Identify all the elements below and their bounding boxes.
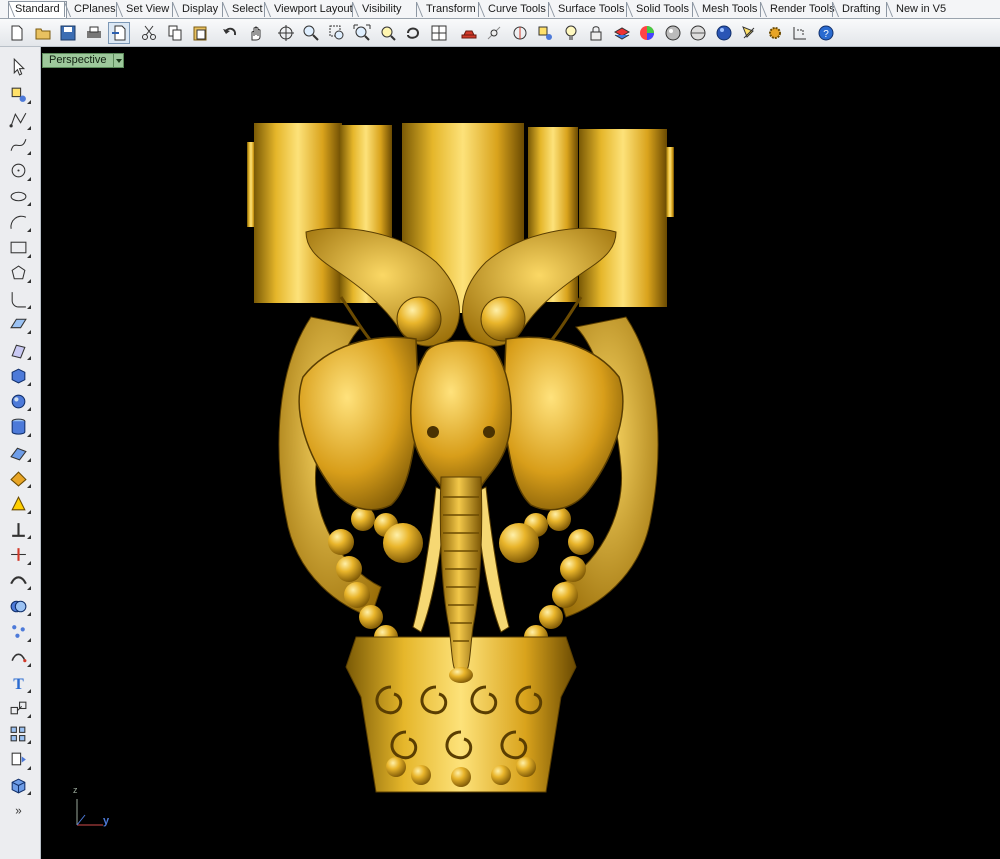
light-bulb-icon[interactable] [560,22,582,44]
standard-toolbar: ? [0,19,1000,47]
layer-icon[interactable] [611,22,633,44]
svg-text:T: T [13,676,24,692]
help-icon[interactable]: ? [815,22,837,44]
left-tool-cylinder-icon[interactable] [6,416,31,438]
toolbar-tab-strip: Standard CPlanes Set View Display Select View… [0,0,1000,19]
zoom-selected-icon[interactable] [377,22,399,44]
left-tool-array-icon[interactable] [6,723,31,745]
left-tool-text-icon[interactable]: T [6,672,31,694]
left-tool-extrude-icon[interactable] [6,339,31,361]
zoom-extents-icon[interactable] [351,22,373,44]
left-tool-boolean-icon[interactable] [6,595,31,617]
svg-text:»: » [15,805,21,818]
left-tool-light-icon[interactable] [6,493,31,515]
main-left-toolbar: T» [0,47,41,859]
four-viewports-icon[interactable] [428,22,450,44]
tab-display[interactable]: Display [172,2,221,17]
options-gear-icon[interactable] [764,22,786,44]
left-tool-circle-icon[interactable] [6,160,31,182]
left-tool-curve-icon[interactable] [6,134,31,156]
tab-new-in-v5[interactable]: New in V5 [886,2,949,17]
car-icon[interactable] [458,22,480,44]
axis-triad [76,799,103,826]
left-tool-point-icon[interactable] [6,83,31,105]
undo-icon[interactable] [219,22,241,44]
tab-set-view[interactable]: Set View [116,2,172,17]
left-tool-join-icon[interactable] [6,569,31,591]
tab-surface-tools[interactable]: Surface Tools [548,2,627,17]
spotlight-icon[interactable] [738,22,760,44]
dimension-icon[interactable] [789,22,811,44]
tab-solid-tools[interactable]: Solid Tools [626,2,692,17]
rotate-view-icon[interactable] [275,22,297,44]
left-tool-split-icon[interactable] [6,544,31,566]
left-tool-block-icon[interactable] [6,697,31,719]
open-folder-icon[interactable] [32,22,54,44]
left-tool-explode-icon[interactable] [6,749,31,771]
perspective-viewport[interactable]: Perspective z y [41,47,1000,859]
point-icon[interactable] [534,22,556,44]
tab-curve-tools[interactable]: Curve Tools [478,2,549,17]
tab-select[interactable]: Select [222,2,266,17]
tab-viewport-layout[interactable]: Viewport Layout [264,2,356,17]
tab-transform[interactable]: Transform [416,2,479,17]
left-tool-surface-tools-icon[interactable] [6,467,31,489]
blue-sphere-icon[interactable] [713,22,735,44]
left-tool-sphere-icon[interactable] [6,390,31,412]
left-tool-surface-icon[interactable] [6,313,31,335]
viewport-title[interactable]: Perspective [42,53,122,68]
left-tool-fillet-icon[interactable] [6,288,31,310]
curve-snap-icon[interactable] [509,22,531,44]
tab-standard[interactable]: Standard [8,1,67,18]
tab-render-tools[interactable]: Render Tools [760,2,838,17]
import-icon[interactable] [108,22,130,44]
cylinder-panels [247,123,674,313]
zoom-icon[interactable] [300,22,322,44]
left-tool-plane-surface-icon[interactable] [6,441,31,463]
save-icon[interactable] [57,22,79,44]
lock-icon[interactable] [585,22,607,44]
left-tool-point-cloud-icon[interactable] [6,621,31,643]
left-tool-polyline-icon[interactable] [6,109,31,131]
tab-visibility[interactable]: Visibility [352,2,405,17]
new-document-icon[interactable] [6,22,28,44]
left-tool-text-dot-icon[interactable] [6,518,31,540]
svg-text:?: ? [823,29,829,40]
axis-z-label: z [73,785,78,795]
left-tool-polygon-icon[interactable] [6,262,31,284]
material-sphere-icon[interactable] [687,22,709,44]
pan-hand-icon[interactable] [245,22,267,44]
left-tool-box-icon[interactable] [6,365,31,387]
viewport-menu-chevron-icon[interactable] [113,53,124,68]
tab-mesh-tools[interactable]: Mesh Tools [692,2,760,17]
left-tool-select-arrow-icon[interactable] [6,55,30,77]
render-sphere-icon[interactable] [662,22,684,44]
undo-view-icon[interactable] [402,22,424,44]
left-tool-arc-icon[interactable] [6,211,31,233]
color-wheel-icon[interactable] [636,22,658,44]
elephant-corbel-model [76,123,674,826]
tab-drafting[interactable]: Drafting [832,2,884,17]
tab-cplanes[interactable]: CPlanes [64,2,119,17]
left-tool-curve-from-object-icon[interactable] [6,646,31,668]
left-tool-more-chevron-icon[interactable]: » [6,800,30,822]
zoom-window-icon[interactable] [326,22,348,44]
cut-icon[interactable] [138,22,160,44]
axis-y-label: y [103,815,110,827]
grid-snap-icon[interactable] [483,22,505,44]
copy-icon[interactable] [164,22,186,44]
left-tool-rectangle-icon[interactable] [6,237,31,259]
print-icon[interactable] [83,22,105,44]
left-tool-solid-box-icon[interactable] [6,774,31,796]
left-tool-ellipse-icon[interactable] [6,185,31,207]
paste-icon[interactable] [189,22,211,44]
